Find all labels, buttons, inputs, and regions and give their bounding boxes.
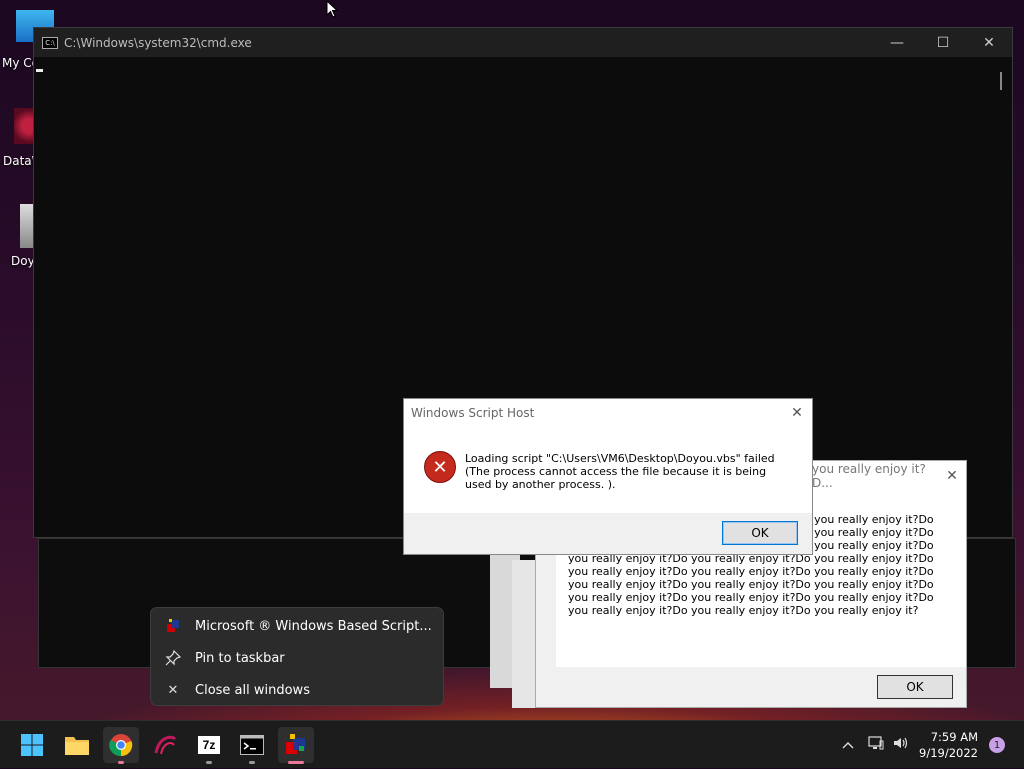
system-tray — [840, 721, 910, 769]
error-dialog-footer: OK — [404, 513, 812, 554]
taskbar-jump-list: Microsoft ® Windows Based Script... Pin … — [150, 607, 444, 706]
jump-list-item-pin[interactable]: Pin to taskbar — [151, 642, 443, 674]
running-indicator — [206, 761, 212, 764]
mouse-cursor-icon — [326, 0, 338, 18]
pin-icon — [165, 650, 181, 666]
taskbar-clock[interactable]: 7:59 AM 9/19/2022 — [919, 729, 978, 761]
taskbar-script-host[interactable] — [278, 727, 314, 764]
chevron-up-icon[interactable] — [840, 737, 856, 753]
maximize-button[interactable]: ☐ — [920, 28, 966, 57]
running-indicator — [118, 761, 124, 764]
volume-icon[interactable] — [892, 736, 910, 754]
error-message: Loading script "C:\Users\VM6\Desktop\Doy… — [465, 452, 775, 491]
7zip-icon: 7z — [198, 736, 220, 754]
cmd-app-icon: C:\ — [42, 36, 58, 49]
cmd-title-bar[interactable]: C:\ C:\Windows\system32\cmd.exe — ☐ ✕ — [34, 28, 1012, 57]
taskbar-chrome[interactable] — [103, 727, 139, 764]
script-host-icon — [165, 618, 181, 634]
datawave-icon — [154, 735, 177, 755]
jump-list-item-label: Microsoft ® Windows Based Script... — [195, 618, 432, 634]
clock-time: 7:59 AM — [930, 730, 978, 744]
jump-list-item-close-all[interactable]: ✕ Close all windows — [151, 674, 443, 706]
jump-list-item-label: Pin to taskbar — [195, 650, 285, 666]
taskbar-cmd[interactable] — [234, 727, 270, 764]
error-dialog-title: Windows Script Host — [411, 406, 535, 420]
taskbar-7zip[interactable]: 7z — [191, 727, 227, 764]
file-explorer-icon — [65, 737, 89, 755]
close-icon: ✕ — [167, 682, 179, 698]
ok-button[interactable]: OK — [722, 521, 798, 545]
start-icon — [21, 734, 43, 756]
start-button[interactable] — [14, 727, 50, 763]
error-dialog[interactable]: Windows Script Host ✕ ✕ Loading script "… — [403, 398, 813, 555]
close-button[interactable]: ✕ — [782, 405, 812, 421]
message-box-title: you really enjoy it?D... — [812, 462, 926, 490]
console-cursor — [36, 69, 43, 72]
error-dialog-title-bar[interactable]: Windows Script Host ✕ — [404, 399, 812, 427]
running-indicator — [288, 761, 304, 764]
ok-button[interactable]: OK — [877, 675, 953, 699]
close-button[interactable]: ✕ — [966, 28, 1012, 57]
taskbar-file-explorer[interactable] — [59, 727, 95, 763]
cmd-window-title: C:\Windows\system32\cmd.exe — [64, 35, 252, 50]
notification-badge[interactable]: 1 — [989, 737, 1005, 753]
network-icon[interactable] — [868, 736, 884, 754]
jump-list-item-script-host[interactable]: Microsoft ® Windows Based Script... — [151, 610, 443, 642]
jump-list-item-label: Close all windows — [195, 682, 310, 698]
clock-date: 9/19/2022 — [919, 746, 978, 760]
taskbar: 7z 7:59 AM 9/19/2022 1 — [0, 720, 1024, 768]
script-host-icon — [286, 734, 305, 754]
error-icon: ✕ — [424, 451, 456, 483]
chrome-icon — [109, 734, 133, 757]
taskbar-datawave[interactable] — [147, 727, 183, 763]
close-button[interactable]: ✕ — [938, 468, 966, 484]
running-indicator — [249, 761, 255, 764]
console-scrollbar[interactable] — [1000, 72, 1002, 90]
minimize-button[interactable]: — — [874, 28, 920, 57]
cmd-icon — [240, 735, 264, 755]
